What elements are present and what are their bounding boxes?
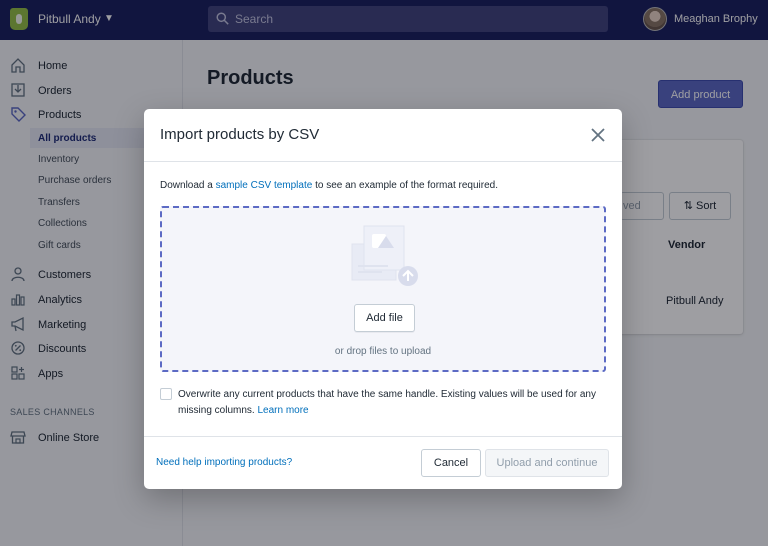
close-icon[interactable] [590,127,606,143]
add-file-button[interactable]: Add file [354,304,415,332]
import-csv-modal: Import products by CSV Download a sample… [144,109,622,489]
drop-hint: or drop files to upload [334,346,432,357]
divider [144,436,622,437]
modal-description: Download a sample CSV template to see an… [160,180,498,191]
desc-text: Download a [160,180,216,191]
file-upload-illustration-icon [351,225,418,286]
upload-and-continue-button[interactable]: Upload and continue [485,449,609,477]
learn-more-link[interactable]: Learn more [257,405,308,416]
overwrite-checkbox[interactable] [160,388,172,400]
sample-csv-link[interactable]: sample CSV template [216,180,313,191]
overwrite-label: Overwrite any current products that have… [178,387,608,419]
modal-title: Import products by CSV [160,126,320,143]
divider [144,161,622,162]
file-drop-zone[interactable]: Add file or drop files to upload [160,206,606,372]
desc-text-end: to see an example of the format required… [312,180,498,191]
overwrite-text[interactable]: Overwrite any current products that have… [178,389,596,416]
cancel-button[interactable]: Cancel [421,449,481,477]
help-importing-link[interactable]: Need help importing products? [156,457,292,468]
